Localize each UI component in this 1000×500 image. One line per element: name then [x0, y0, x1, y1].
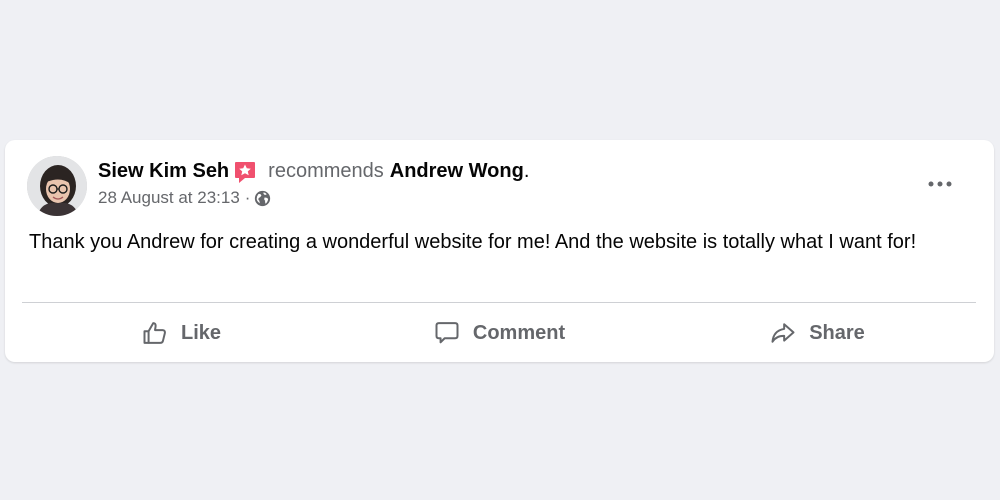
like-label: Like	[180, 321, 222, 344]
more-options-icon[interactable]	[920, 174, 960, 194]
share-icon	[771, 323, 795, 343]
title-period: .	[523, 160, 530, 182]
post-meta: Siew Kim Seh recommends Andrew Wong . 28…	[98, 158, 529, 209]
post-card: Siew Kim Seh recommends Andrew Wong . 28…	[5, 140, 994, 362]
post-timestamp[interactable]: 28 August at 23:13	[98, 187, 240, 209]
post-subtitle-line: 28 August at 23:13 ·	[98, 187, 529, 209]
post-actions: Like Comment Share	[22, 310, 976, 356]
comment-button[interactable]: Comment	[340, 310, 658, 356]
avatar[interactable]	[27, 156, 87, 216]
separator-dot: ·	[244, 188, 251, 207]
recommended-person[interactable]: Andrew Wong	[390, 158, 524, 184]
thumbs-up-icon	[143, 322, 166, 344]
post-body: Thank you Andrew for creating a wonderfu…	[29, 231, 917, 253]
author-name[interactable]: Siew Kim Seh	[98, 158, 229, 184]
globe-icon[interactable]	[254, 190, 271, 207]
action-divider	[22, 302, 976, 303]
action-verb: recommends	[268, 160, 384, 182]
comment-label: Comment	[472, 321, 566, 344]
share-label: Share	[809, 321, 865, 344]
post-title-line: Siew Kim Seh recommends Andrew Wong .	[98, 158, 529, 184]
comment-icon	[435, 322, 459, 344]
like-button[interactable]: Like	[22, 310, 340, 356]
post-header: Siew Kim Seh recommends Andrew Wong . 28…	[27, 156, 972, 216]
share-button[interactable]: Share	[658, 310, 976, 356]
avatar-image	[27, 156, 87, 216]
recommendation-star-icon	[233, 160, 257, 184]
